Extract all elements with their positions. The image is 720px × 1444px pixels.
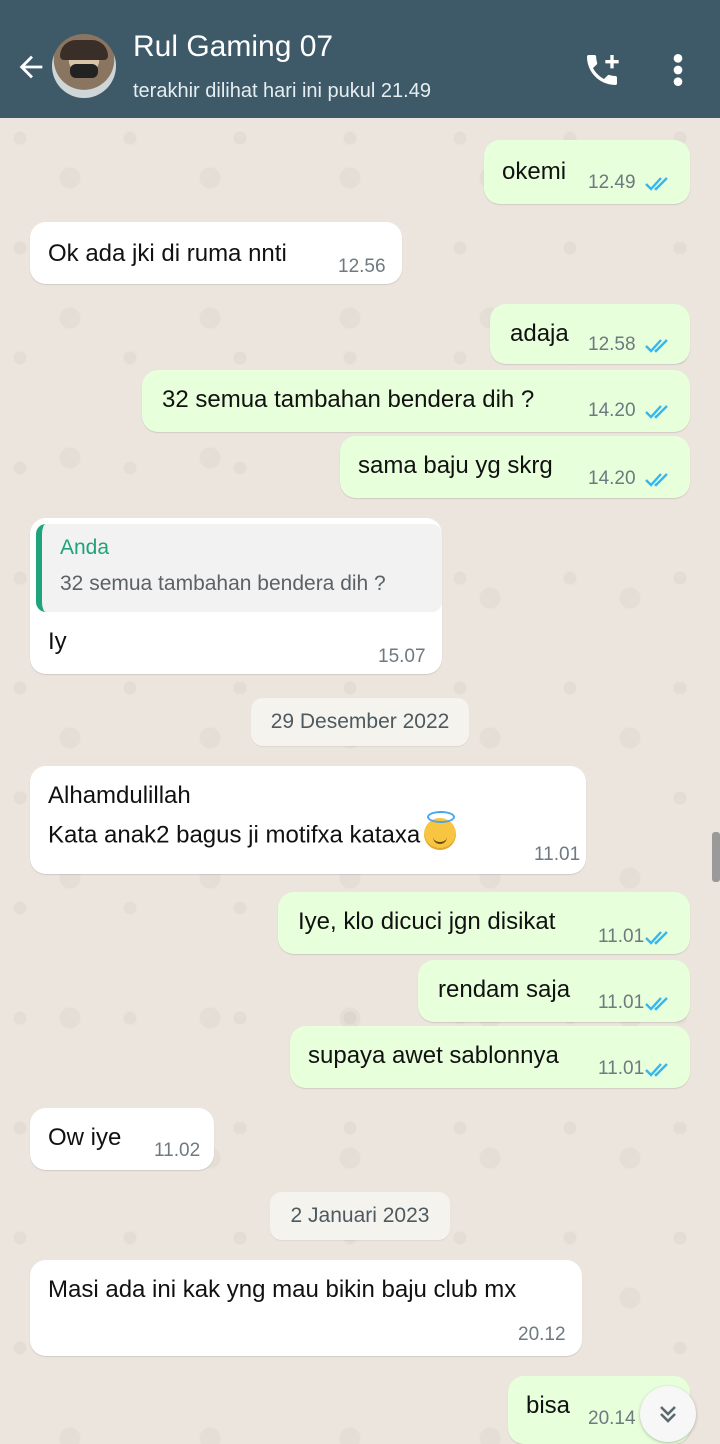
message-text: Ow iye bbox=[48, 1124, 122, 1151]
message-outgoing[interactable]: sama baju yg skrg 14.20 bbox=[340, 436, 690, 498]
message-text: okemi bbox=[502, 158, 567, 185]
message-outgoing[interactable]: 32 semua tambahan bendera dih ? 14.20 bbox=[142, 370, 690, 432]
message-time: 20.12 bbox=[518, 1324, 566, 1345]
message-incoming[interactable]: Ok ada jki di ruma nnti 12.56 bbox=[30, 222, 402, 284]
quote-author: Anda bbox=[60, 536, 110, 559]
message-incoming[interactable]: Masi ada ini kak yng mau bikin baju club… bbox=[30, 1260, 582, 1356]
message-incoming[interactable]: Alhamdulillah Kata anak2 bagus ji motifx… bbox=[30, 766, 586, 874]
double-chevron-down-icon bbox=[660, 1406, 676, 1423]
more-vert-icon[interactable] bbox=[668, 50, 688, 90]
read-receipt-icon bbox=[645, 1063, 668, 1077]
message-time: 11.01 bbox=[598, 926, 645, 947]
message-text: Iye, klo dicuci jgn disikat bbox=[298, 908, 556, 935]
scrollbar-thumb[interactable] bbox=[712, 832, 720, 882]
add-call-icon[interactable] bbox=[582, 50, 622, 90]
message-time: 12.58 bbox=[588, 334, 636, 355]
message-time: 11.01 bbox=[598, 992, 645, 1013]
read-receipt-icon bbox=[645, 339, 668, 353]
message-outgoing[interactable]: adaja 12.58 bbox=[490, 304, 690, 364]
read-receipt-icon bbox=[645, 405, 668, 419]
message-outgoing[interactable]: Iye, klo dicuci jgn disikat 11.01 bbox=[278, 892, 690, 954]
contact-name[interactable]: Rul Gaming 07 bbox=[133, 30, 333, 64]
message-incoming[interactable]: Ow iye 11.02 bbox=[30, 1108, 214, 1170]
message-time: 12.56 bbox=[338, 256, 386, 277]
message-text-line-1: Alhamdulillah bbox=[48, 782, 191, 809]
quoted-message[interactable]: Anda 32 semua tambahan bendera dih ? bbox=[36, 524, 442, 612]
message-time: 12.49 bbox=[588, 172, 636, 193]
message-text: adaja bbox=[510, 320, 569, 347]
date-separator: 29 Desember 2022 bbox=[251, 698, 469, 746]
message-list[interactable]: okemi 12.49 Ok ada jki di ruma nnti 12.5… bbox=[0, 118, 720, 1444]
message-time: 15.07 bbox=[378, 646, 426, 667]
back-arrow-icon[interactable] bbox=[14, 50, 48, 84]
message-time: 20.14 bbox=[588, 1408, 636, 1429]
message-text-line-2: Kata anak2 bagus ji motifxa kataxa bbox=[48, 811, 457, 852]
message-text: Ok ada jki di ruma nnti bbox=[48, 240, 287, 267]
read-receipt-icon bbox=[645, 473, 668, 487]
chat-header: Rul Gaming 07 terakhir dilihat hari ini … bbox=[0, 12, 720, 118]
last-seen-status: terakhir dilihat hari ini pukul 21.49 bbox=[133, 80, 431, 102]
message-time: 11.02 bbox=[154, 1140, 201, 1161]
message-time: 11.01 bbox=[598, 1058, 645, 1079]
read-receipt-icon bbox=[645, 997, 668, 1011]
read-receipt-icon bbox=[645, 177, 668, 191]
message-text: Kata anak2 bagus ji motifxa kataxa bbox=[48, 821, 421, 849]
read-receipt-icon bbox=[645, 931, 668, 945]
message-text: rendam saja bbox=[438, 976, 571, 1003]
message-text: 32 semua tambahan bendera dih ? bbox=[162, 386, 535, 413]
avatar[interactable] bbox=[52, 34, 116, 98]
message-text: Masi ada ini kak yng mau bikin baju club… bbox=[48, 1276, 517, 1303]
message-outgoing[interactable]: okemi 12.49 bbox=[484, 140, 690, 204]
message-time: 14.20 bbox=[588, 468, 636, 489]
message-text: bisa bbox=[526, 1392, 571, 1419]
message-text: sama baju yg skrg bbox=[358, 452, 553, 479]
message-incoming-reply[interactable]: Anda 32 semua tambahan bendera dih ? Iy … bbox=[30, 518, 442, 674]
message-outgoing[interactable]: supaya awet sablonnya 11.01 bbox=[290, 1026, 690, 1088]
message-text: supaya awet sablonnya bbox=[308, 1042, 559, 1069]
message-outgoing[interactable]: rendam saja 11.01 bbox=[418, 960, 690, 1022]
message-time: 11.01 bbox=[534, 844, 581, 865]
smiling-face-with-halo-icon bbox=[424, 811, 457, 850]
quote-text: 32 semua tambahan bendera dih ? bbox=[60, 572, 386, 595]
message-time: 14.20 bbox=[588, 400, 636, 421]
scroll-to-bottom-button[interactable] bbox=[640, 1386, 696, 1442]
status-bar bbox=[0, 0, 720, 12]
date-separator: 2 Januari 2023 bbox=[270, 1192, 450, 1240]
message-text: Iy bbox=[48, 628, 67, 655]
